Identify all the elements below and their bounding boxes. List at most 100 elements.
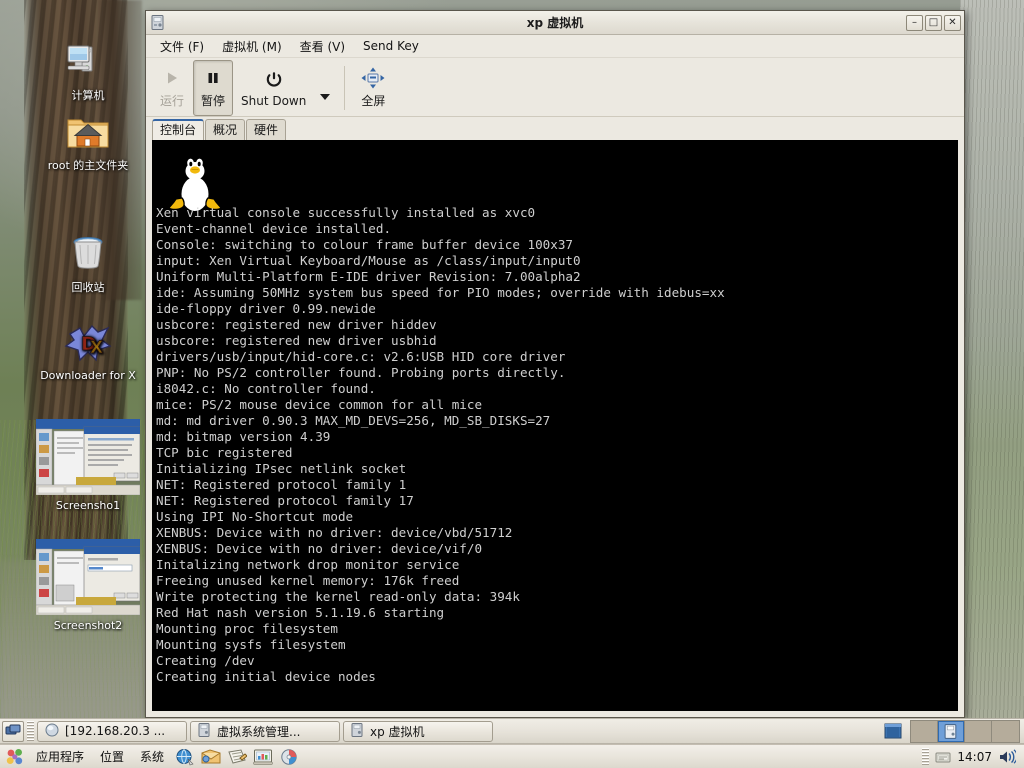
taskbar-button-vm-manager[interactable]: 虚拟系统管理... [190, 720, 340, 742]
window-menubar[interactable]: 文件 (F) 虚拟机 (M) 查看 (V) Send Key [146, 35, 964, 58]
text-editor-icon[interactable] [226, 747, 248, 767]
workspace-3[interactable] [965, 720, 992, 742]
console-log-line: Write protecting the kernel read-only da… [156, 589, 520, 604]
minimize-button[interactable]: – [906, 14, 923, 31]
tab-hardware[interactable]: 硬件 [246, 119, 287, 140]
pause-label: 暂停 [200, 94, 225, 108]
computer-icon [20, 38, 156, 86]
workspace-switcher[interactable] [910, 719, 1020, 743]
clock[interactable]: 14:07 [957, 750, 992, 764]
gnome-menu-system[interactable]: 系统 [134, 746, 170, 767]
menu-view[interactable]: 查看 (V) [292, 35, 353, 58]
console-log-line: PNP: No PS/2 controller found. Probing p… [156, 365, 566, 380]
fullscreen-button[interactable]: 全屏 [353, 60, 393, 116]
desktop-icon-label: 回收站 [71, 281, 105, 294]
terminal-icon [45, 723, 59, 740]
desktop-icon-label: 计算机 [71, 89, 105, 102]
console-log-line: XENBUS: Device with no driver: device/vi… [156, 541, 483, 556]
console-log-line: NET: Registered protocol family 1 [156, 477, 407, 492]
show-desktop-button[interactable] [2, 720, 24, 742]
screenshot-thumbnail-icon [16, 538, 160, 616]
run-button: 运行 [152, 60, 192, 116]
chevron-down-icon [319, 90, 331, 104]
taskbar-button-xp-vm[interactable]: xp 虚拟机 [343, 720, 493, 742]
fullscreen-icon [361, 67, 385, 89]
gnome-foot-icon[interactable] [4, 747, 26, 767]
console-log-line: usbcore: registered new driver usbhid [156, 333, 437, 348]
gnome-menu-panel[interactable]: 应用程序 位置 系统 14:07 [0, 744, 1024, 768]
gnome-menu-places[interactable]: 位置 [94, 746, 130, 767]
workspace-1[interactable] [911, 720, 938, 742]
shutdown-dropdown-button[interactable] [314, 60, 336, 116]
notification-icon[interactable] [935, 750, 951, 764]
panel-grip[interactable] [922, 747, 930, 766]
console-log-line: usbcore: registered new driver hiddev [156, 317, 437, 332]
menu-virtual-machine[interactable]: 虚拟机 (M) [214, 35, 290, 58]
home-folder-icon [20, 108, 156, 156]
console-log-line: Mounting sysfs filesystem [156, 637, 346, 652]
window-list-panel[interactable]: [192.168.20.3 ... 虚拟系统管理... xp 虚拟机 [0, 718, 1024, 744]
web-browser-icon[interactable] [174, 747, 196, 767]
virtual-machine-window[interactable]: xp 虚拟机 – □ ✕ 文件 (F) 虚拟机 (M) 查看 (V) Send … [145, 10, 965, 718]
fullscreen-label: 全屏 [361, 94, 386, 108]
desktop-icon-screenshot2[interactable]: Screenshot2 [16, 538, 160, 632]
gnome-menu-applications[interactable]: 应用程序 [30, 746, 90, 767]
trash-icon [20, 230, 156, 278]
taskbar-button-terminal[interactable]: [192.168.20.3 ... [37, 720, 187, 742]
console-log-line: drivers/usb/input/hid-core.c: v2.6:USB H… [156, 349, 566, 364]
desktop-icon-home-folder[interactable]: root 的主文件夹 [20, 108, 156, 172]
console-log-line: Creating initial device nodes [156, 669, 376, 684]
console-log-line: Initalizing network drop monitor service [156, 557, 460, 572]
gnome-panel-tray: 14:07 [922, 747, 1020, 766]
console-log-line: Creating /dev [156, 653, 255, 668]
show-desktop-icon [5, 723, 21, 740]
desktop-icon-trash[interactable]: 回收站 [20, 230, 156, 294]
toolbar-separator [344, 66, 346, 110]
menu-send-key[interactable]: Send Key [355, 36, 427, 56]
desktop-icon-computer[interactable]: 计算机 [20, 38, 156, 102]
downloader-icon: D X [20, 318, 156, 366]
vm-console-display[interactable]: Xen virtual console successfully install… [152, 140, 958, 711]
console-container: Xen virtual console successfully install… [146, 140, 964, 717]
shutdown-label: Shut Down [241, 93, 307, 108]
taskbar-button-label: 虚拟系统管理... [217, 724, 301, 739]
console-log-line: TCP bic registered [156, 445, 293, 460]
tab-overview[interactable]: 概况 [205, 119, 246, 140]
desktop-icon-screenshot1[interactable]: Screensho1 [16, 418, 160, 512]
svg-text:X: X [90, 338, 103, 358]
window-titlebar[interactable]: xp 虚拟机 – □ ✕ [146, 11, 964, 35]
panel-grip[interactable] [27, 721, 34, 741]
screenshot-thumbnail-icon [16, 418, 160, 496]
console-log-line: Console: switching to colour frame buffe… [156, 237, 574, 252]
pause-button[interactable]: 暂停 [193, 60, 233, 116]
maximize-button[interactable]: □ [925, 14, 942, 31]
desktop-icon-label: Downloader for X [40, 369, 136, 382]
menu-file[interactable]: 文件 (F) [152, 35, 212, 58]
console-log-line: XENBUS: Device with no driver: device/vb… [156, 525, 513, 540]
console-log-line: Mounting proc filesystem [156, 621, 338, 636]
console-log-line: Xen virtual console successfully install… [156, 205, 536, 220]
pause-icon [205, 67, 221, 89]
power-icon [265, 69, 283, 91]
console-log-line: i8042.c: No controller found. [156, 381, 376, 396]
vm-icon [351, 722, 364, 740]
desktop-icon-downloader[interactable]: D X Downloader for X [20, 318, 156, 382]
console-log-line: Uniform Multi-Platform E-IDE driver Revi… [156, 269, 581, 284]
console-log-line: ide-floppy driver 0.99.newide [156, 301, 376, 316]
volume-icon[interactable] [998, 748, 1016, 765]
workspace-2[interactable] [938, 720, 965, 742]
console-log-line: md: md driver 0.90.3 MAX_MD_DEVS=256, MD… [156, 413, 551, 428]
email-icon[interactable] [200, 747, 222, 767]
close-button[interactable]: ✕ [944, 14, 961, 31]
window-toolbar[interactable]: 运行 暂停 Shut Down 全屏 [146, 58, 964, 117]
panel-right-area [882, 719, 1022, 743]
trash-applet-icon[interactable] [882, 721, 904, 741]
presentation-icon[interactable] [252, 747, 274, 767]
tab-strip[interactable]: 控制台 概况 硬件 [146, 117, 964, 140]
disk-icon[interactable] [278, 747, 300, 767]
wallpaper-right-edge [960, 0, 1024, 720]
console-log-line: Initializing IPsec netlink socket [156, 461, 407, 476]
workspace-4[interactable] [992, 720, 1019, 742]
tab-console[interactable]: 控制台 [152, 119, 205, 140]
shutdown-button[interactable]: Shut Down [234, 60, 313, 116]
